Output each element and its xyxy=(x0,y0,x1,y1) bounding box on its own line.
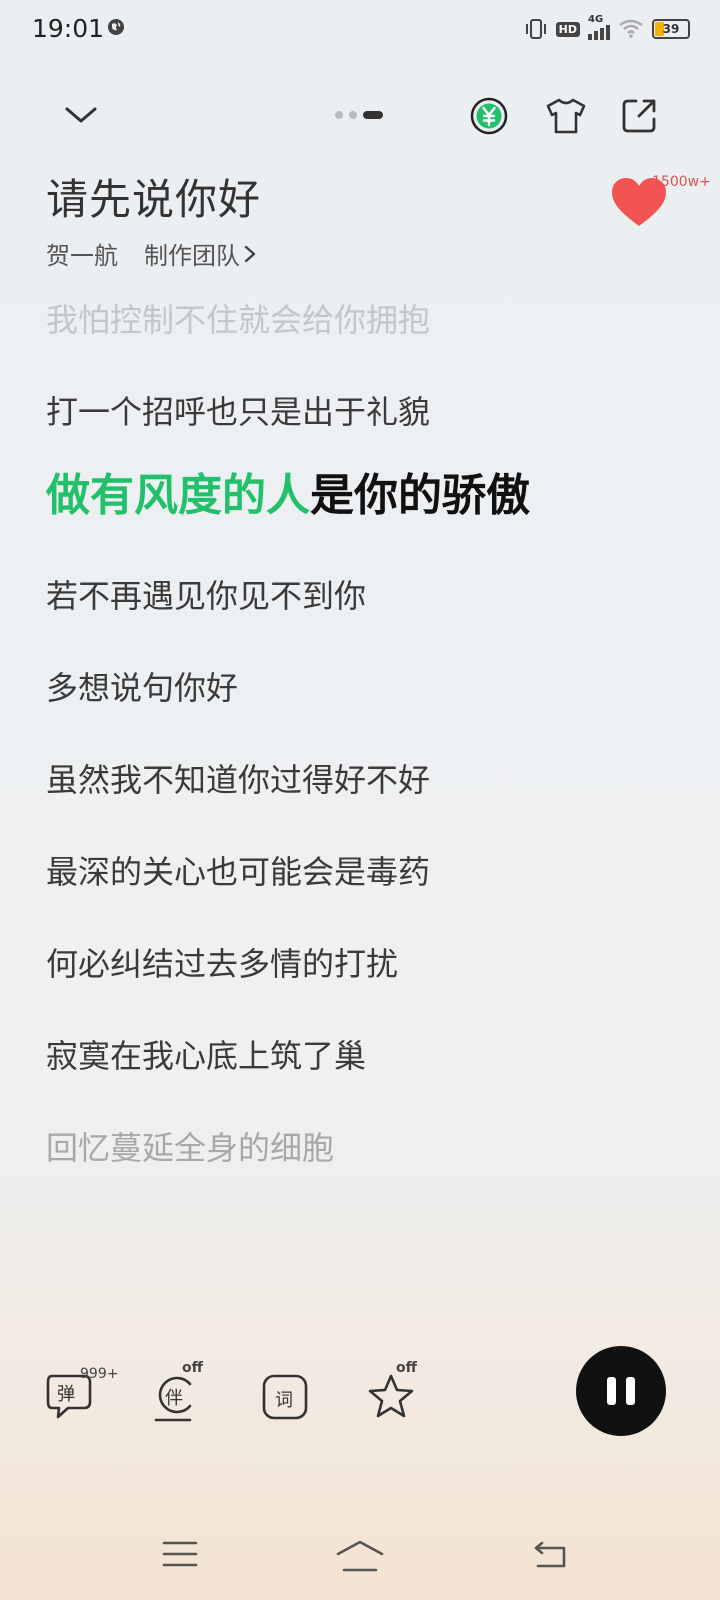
lyric-line[interactable]: 我怕控制不住就会给你拥抱 xyxy=(46,296,686,388)
lyrics-label: 词 xyxy=(275,1390,293,1411)
lyric-line[interactable]: 回忆蔓延全身的细胞 xyxy=(46,1124,686,1216)
battery-indicator: 39 xyxy=(652,19,690,39)
lyric-line[interactable]: 若不再遇见你见不到你 xyxy=(46,572,686,664)
status-time: 19:01 xyxy=(32,14,105,43)
pause-icon xyxy=(626,1377,635,1405)
page-dot xyxy=(335,111,343,119)
lyrics-toggle-button[interactable]: 词 xyxy=(260,1372,312,1424)
like-count: 1500w+ xyxy=(652,174,711,190)
lyric-unsung-part: 是你的骄傲 xyxy=(310,470,530,521)
lyrics-panel[interactable]: 我怕控制不住就会给你拥抱 打一个招呼也只是出于礼貌 做有风度的人是你的骄傲 若不… xyxy=(46,296,686,1216)
back-icon[interactable] xyxy=(530,1540,570,1570)
accompaniment-label: 伴 xyxy=(165,1388,183,1409)
danmaku-label: 弹 xyxy=(57,1384,75,1405)
lyric-sung-part: 做有风度的人 xyxy=(46,470,310,521)
accompaniment-button[interactable]: 伴 off xyxy=(152,1360,204,1424)
lyric-line[interactable]: 何必纠结过去多情的打扰 xyxy=(46,940,686,1032)
chevron-right-icon xyxy=(244,245,256,262)
lyric-line[interactable]: 寂寞在我心底上筑了巢 xyxy=(46,1032,686,1124)
danmaku-count: 999+ xyxy=(80,1366,119,1382)
status-bar: 19:01 HD 4G 39 xyxy=(0,0,720,60)
page-dot-active xyxy=(363,111,383,119)
collapse-button[interactable] xyxy=(56,90,106,140)
hd-badge: HD xyxy=(555,21,580,37)
tshirt-icon xyxy=(546,98,586,134)
vibrate-icon xyxy=(525,19,546,39)
wifi-icon xyxy=(619,19,643,38)
battery-level: 39 xyxy=(662,22,680,36)
home-icon[interactable] xyxy=(336,1540,384,1574)
page-indicator[interactable] xyxy=(335,111,383,119)
lyric-line[interactable]: 多想说句你好 xyxy=(46,664,686,756)
globe-icon xyxy=(108,19,124,35)
menu-icon[interactable] xyxy=(162,1540,198,1568)
accompaniment-state: off xyxy=(182,1360,203,1376)
effect-state: off xyxy=(396,1360,417,1376)
lyric-line[interactable]: 虽然我不知道你过得好不好 xyxy=(46,756,686,848)
star-icon xyxy=(368,1374,414,1418)
share-button[interactable] xyxy=(616,93,662,139)
credits-link[interactable]: 制作团队 xyxy=(144,236,256,271)
network-type: 4G xyxy=(588,14,604,25)
song-subline: 贺一航 制作团队 xyxy=(46,236,256,271)
lyric-line-current[interactable]: 做有风度的人是你的骄傲 xyxy=(46,472,686,572)
credits-label: 制作团队 xyxy=(144,242,240,270)
status-icons: HD 4G 39 xyxy=(524,14,690,44)
pause-button[interactable] xyxy=(576,1346,666,1436)
lyric-line[interactable]: 最深的关心也可能会是毒药 xyxy=(46,848,686,940)
page-dot xyxy=(349,111,357,119)
song-title: 请先说你好 xyxy=(46,175,262,224)
signal-icon: 4G xyxy=(588,14,610,40)
danmaku-button[interactable]: 弹 999+ xyxy=(44,1366,118,1424)
sound-effect-button[interactable]: off xyxy=(366,1360,418,1424)
chevron-down-icon xyxy=(65,107,97,123)
vip-button[interactable] xyxy=(466,93,512,139)
share-icon xyxy=(622,99,656,133)
pause-icon xyxy=(607,1377,616,1405)
vip-yuan-icon xyxy=(470,97,508,135)
artist-name[interactable]: 贺一航 xyxy=(46,236,118,271)
theme-button[interactable] xyxy=(542,93,590,139)
lyric-line[interactable]: 打一个招呼也只是出于礼貌 xyxy=(46,388,686,480)
